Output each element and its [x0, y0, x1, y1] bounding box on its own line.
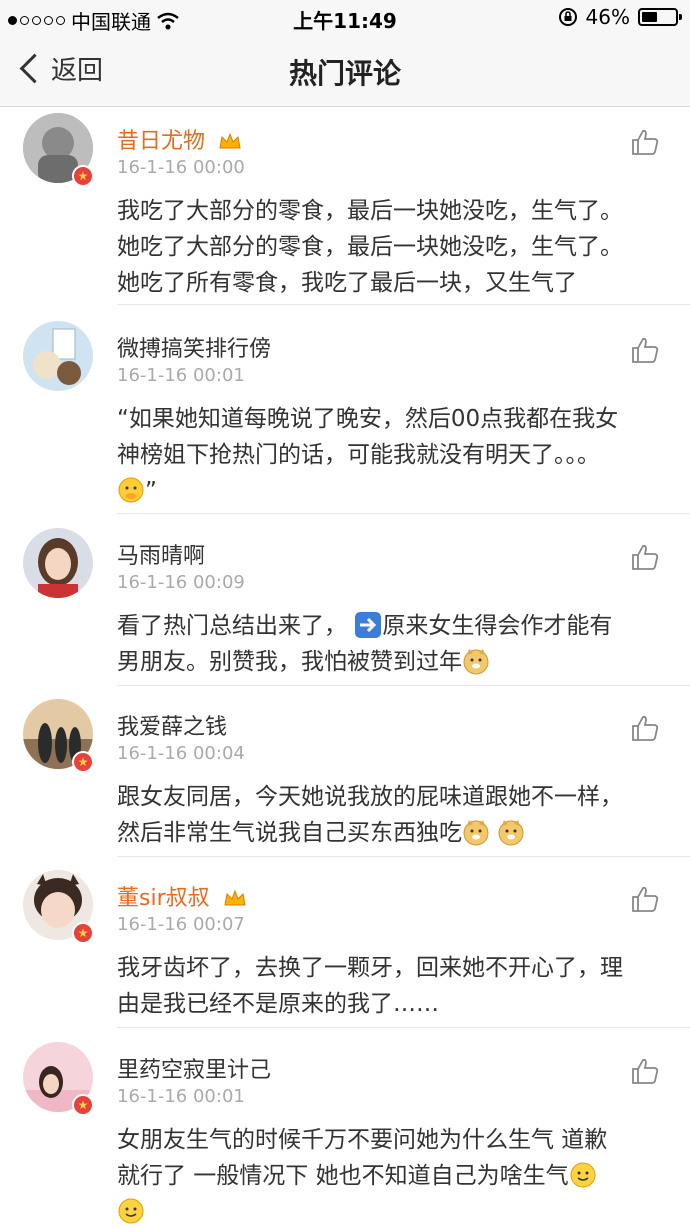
comment-text: 我牙齿坏了，去换了一颗牙，回来她不开心了，理 由是我已经不是原来的我了……: [117, 955, 623, 1017]
crown-icon: [224, 889, 246, 906]
divider: [117, 304, 690, 305]
doge-emoji-icon: [463, 649, 489, 675]
doge-emoji-icon: [463, 820, 489, 846]
thumbs-up-icon[interactable]: [630, 884, 660, 914]
username[interactable]: 昔日尤物: [117, 123, 242, 155]
timestamp: 16-1-16 00:09: [117, 572, 245, 593]
comment-text: 女朋友生气的时候千万不要问她为什么生气 道歉 就行了 一般情况下 她也不知道自己…: [117, 1122, 677, 1230]
thumbs-up-icon[interactable]: [630, 335, 660, 365]
thumbs-up-icon[interactable]: [630, 713, 660, 743]
smile-emoji-icon: [570, 1162, 596, 1188]
divider: [117, 685, 690, 686]
thumbs-up-icon[interactable]: [630, 1056, 660, 1086]
battery-icon: [638, 8, 682, 26]
comment-text: “如果她知道每晚说了晚安，然后00点我都在我女 神榜姐下抢热门的话，可能我就没有…: [117, 406, 619, 504]
status-right: 46%: [558, 5, 682, 29]
shy-face-emoji-icon: [118, 477, 144, 503]
verified-badge-icon: ★: [72, 751, 94, 773]
rotation-lock-icon: [558, 8, 577, 26]
timestamp: 16-1-16 00:01: [117, 1086, 245, 1107]
divider: [117, 856, 690, 857]
crown-icon: [219, 132, 241, 149]
divider: [117, 513, 690, 514]
nav-bar: 返回 热门评论: [0, 36, 690, 107]
username[interactable]: 里药空寂里计己: [117, 1052, 271, 1084]
timestamp: 16-1-16 00:01: [117, 365, 245, 386]
thumbs-up-icon[interactable]: [630, 127, 660, 157]
timestamp: 16-1-16 00:07: [117, 914, 245, 935]
thumbs-up-icon[interactable]: [630, 542, 660, 572]
username[interactable]: 董sir叔叔: [117, 880, 247, 912]
battery-percent: 46%: [585, 5, 630, 29]
verified-badge-icon: ★: [72, 165, 94, 187]
comment-text: 跟女友同居，今天她说我放的屁味道跟她不一样， 然后非常生气说我自己买东西独吃: [117, 784, 623, 846]
comment-text: 看了热门总结出来了， 原来女生得会作才能有 男朋友。别赞我，我怕被赞到过年: [117, 612, 613, 675]
verified-badge-icon: ★: [72, 1094, 94, 1116]
smile-emoji-icon: [118, 1198, 144, 1224]
status-bar: 中国联通 上午11:49 46%: [0, 0, 690, 36]
username[interactable]: 马雨晴啊: [117, 538, 205, 570]
divider: [117, 1027, 690, 1028]
comment-text: 我吃了大部分的零食，最后一块她没吃，生气了。 她吃了大部分的零食，最后一块她没吃…: [117, 198, 623, 296]
username[interactable]: 微搏搞笑排行傍: [117, 331, 271, 363]
username[interactable]: 我爱薛之钱: [117, 709, 227, 741]
timestamp: 16-1-16 00:00: [117, 157, 245, 178]
arrow-right-emoji-icon: [355, 612, 382, 638]
doge-emoji-icon: [498, 820, 524, 846]
timestamp: 16-1-16 00:04: [117, 743, 245, 764]
page-title: 热门评论: [288, 57, 401, 90]
avatar[interactable]: [23, 321, 93, 391]
verified-badge-icon: ★: [72, 922, 94, 944]
avatar[interactable]: [23, 528, 93, 598]
